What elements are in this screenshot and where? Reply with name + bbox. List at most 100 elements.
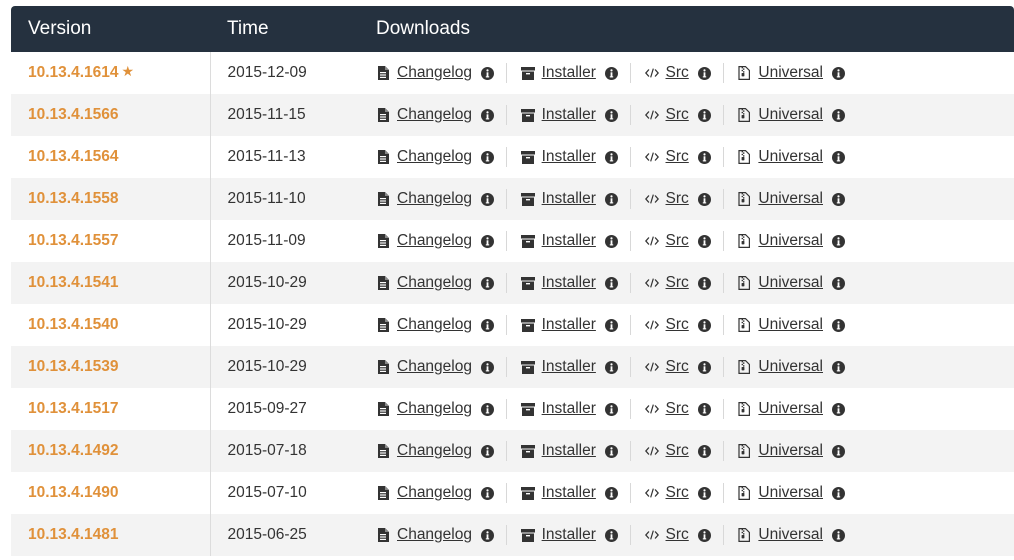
installer-link[interactable]: Installer <box>542 232 596 250</box>
version-link[interactable]: 10.13.4.1492 <box>28 442 119 459</box>
changelog-link[interactable]: Changelog <box>397 442 472 460</box>
version-link[interactable]: 10.13.4.1539 <box>28 358 119 375</box>
universal-link[interactable]: Universal <box>758 148 823 166</box>
src-link[interactable]: Src <box>666 442 689 460</box>
universal-link[interactable]: Universal <box>758 442 823 460</box>
src-link[interactable]: Src <box>666 148 689 166</box>
info-circle-icon[interactable] <box>604 318 618 332</box>
info-circle-icon[interactable] <box>604 486 618 500</box>
info-circle-icon[interactable] <box>832 444 845 458</box>
info-circle-icon[interactable] <box>697 108 711 122</box>
info-circle-icon[interactable] <box>480 486 494 500</box>
version-link[interactable]: 10.13.4.1481 <box>28 526 119 543</box>
info-circle-icon[interactable] <box>480 192 494 206</box>
installer-link[interactable]: Installer <box>542 442 596 460</box>
changelog-link[interactable]: Changelog <box>397 190 472 208</box>
info-circle-icon[interactable] <box>480 108 494 122</box>
version-link[interactable]: 10.13.4.1614 <box>28 64 119 81</box>
installer-link[interactable]: Installer <box>542 484 596 502</box>
src-link[interactable]: Src <box>666 358 689 376</box>
src-link[interactable]: Src <box>666 106 689 124</box>
installer-link[interactable]: Installer <box>542 526 596 544</box>
changelog-link[interactable]: Changelog <box>397 526 472 544</box>
info-circle-icon[interactable] <box>604 66 618 80</box>
info-circle-icon[interactable] <box>480 276 494 290</box>
universal-link[interactable]: Universal <box>758 64 823 82</box>
info-circle-icon[interactable] <box>832 192 845 206</box>
src-link[interactable]: Src <box>666 190 689 208</box>
info-circle-icon[interactable] <box>832 276 845 290</box>
src-link[interactable]: Src <box>666 274 689 292</box>
info-circle-icon[interactable] <box>697 486 711 500</box>
info-circle-icon[interactable] <box>832 402 845 416</box>
info-circle-icon[interactable] <box>604 360 618 374</box>
info-circle-icon[interactable] <box>697 360 711 374</box>
installer-link[interactable]: Installer <box>542 106 596 124</box>
info-circle-icon[interactable] <box>604 276 618 290</box>
installer-link[interactable]: Installer <box>542 148 596 166</box>
universal-link[interactable]: Universal <box>758 106 823 124</box>
info-circle-icon[interactable] <box>480 528 494 542</box>
installer-link[interactable]: Installer <box>542 316 596 334</box>
changelog-link[interactable]: Changelog <box>397 148 472 166</box>
version-link[interactable]: 10.13.4.1540 <box>28 316 119 333</box>
universal-link[interactable]: Universal <box>758 274 823 292</box>
info-circle-icon[interactable] <box>697 402 711 416</box>
version-link[interactable]: 10.13.4.1557 <box>28 232 119 249</box>
info-circle-icon[interactable] <box>480 318 494 332</box>
info-circle-icon[interactable] <box>832 234 845 248</box>
version-link[interactable]: 10.13.4.1564 <box>28 148 119 165</box>
info-circle-icon[interactable] <box>832 486 845 500</box>
info-circle-icon[interactable] <box>604 444 618 458</box>
info-circle-icon[interactable] <box>832 318 845 332</box>
universal-link[interactable]: Universal <box>758 190 823 208</box>
installer-link[interactable]: Installer <box>542 190 596 208</box>
info-circle-icon[interactable] <box>604 234 618 248</box>
info-circle-icon[interactable] <box>697 528 711 542</box>
info-circle-icon[interactable] <box>604 402 618 416</box>
src-link[interactable]: Src <box>666 232 689 250</box>
info-circle-icon[interactable] <box>604 150 618 164</box>
changelog-link[interactable]: Changelog <box>397 64 472 82</box>
info-circle-icon[interactable] <box>832 528 845 542</box>
info-circle-icon[interactable] <box>604 528 618 542</box>
info-circle-icon[interactable] <box>832 66 845 80</box>
info-circle-icon[interactable] <box>832 360 845 374</box>
changelog-link[interactable]: Changelog <box>397 232 472 250</box>
info-circle-icon[interactable] <box>604 108 618 122</box>
info-circle-icon[interactable] <box>697 66 711 80</box>
changelog-link[interactable]: Changelog <box>397 106 472 124</box>
src-link[interactable]: Src <box>666 526 689 544</box>
installer-link[interactable]: Installer <box>542 400 596 418</box>
universal-link[interactable]: Universal <box>758 358 823 376</box>
src-link[interactable]: Src <box>666 484 689 502</box>
info-circle-icon[interactable] <box>480 360 494 374</box>
info-circle-icon[interactable] <box>697 276 711 290</box>
universal-link[interactable]: Universal <box>758 232 823 250</box>
info-circle-icon[interactable] <box>697 192 711 206</box>
universal-link[interactable]: Universal <box>758 526 823 544</box>
version-link[interactable]: 10.13.4.1566 <box>28 106 119 123</box>
info-circle-icon[interactable] <box>832 150 845 164</box>
changelog-link[interactable]: Changelog <box>397 484 472 502</box>
info-circle-icon[interactable] <box>480 150 494 164</box>
installer-link[interactable]: Installer <box>542 274 596 292</box>
universal-link[interactable]: Universal <box>758 316 823 334</box>
src-link[interactable]: Src <box>666 400 689 418</box>
info-circle-icon[interactable] <box>697 318 711 332</box>
info-circle-icon[interactable] <box>697 150 711 164</box>
universal-link[interactable]: Universal <box>758 400 823 418</box>
changelog-link[interactable]: Changelog <box>397 358 472 376</box>
installer-link[interactable]: Installer <box>542 64 596 82</box>
info-circle-icon[interactable] <box>697 234 711 248</box>
info-circle-icon[interactable] <box>604 192 618 206</box>
changelog-link[interactable]: Changelog <box>397 316 472 334</box>
changelog-link[interactable]: Changelog <box>397 400 472 418</box>
universal-link[interactable]: Universal <box>758 484 823 502</box>
installer-link[interactable]: Installer <box>542 358 596 376</box>
src-link[interactable]: Src <box>666 316 689 334</box>
changelog-link[interactable]: Changelog <box>397 274 472 292</box>
info-circle-icon[interactable] <box>480 66 494 80</box>
version-link[interactable]: 10.13.4.1490 <box>28 484 119 501</box>
info-circle-icon[interactable] <box>480 444 494 458</box>
